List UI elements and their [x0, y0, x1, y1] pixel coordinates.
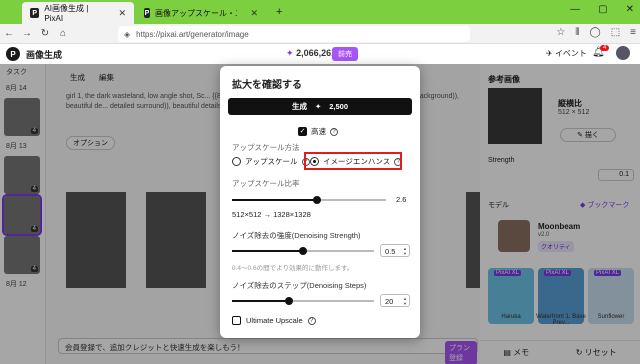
- help-icon[interactable]: ?: [307, 316, 316, 325]
- rocket-icon: ✈: [546, 49, 553, 58]
- avatar[interactable]: [616, 46, 630, 60]
- denoise-strength-label: ノイズ除去の強度(Denoising Strength): [232, 231, 361, 240]
- events-link[interactable]: ✈ イベント: [546, 48, 587, 59]
- slider-fill: [232, 199, 317, 201]
- help-icon[interactable]: ?: [330, 127, 338, 136]
- menu-icon[interactable]: ≡: [630, 27, 636, 38]
- slider-knob[interactable]: [299, 247, 307, 255]
- upscale-ratio-slider[interactable]: [232, 196, 386, 204]
- charge-button[interactable]: 前売: [332, 47, 358, 61]
- generate-cost: 2,500: [329, 102, 349, 111]
- stepper-icon[interactable]: ▲ ▼: [403, 246, 407, 256]
- upscale-radio[interactable]: [232, 157, 241, 166]
- credit-icon: ✦: [314, 102, 322, 111]
- events-label: イベント: [554, 49, 587, 58]
- app-header: P 画像生成 ✦ 2,066,261 前売 ✈ イベント 🔔︎ 4: [0, 44, 640, 64]
- credits-value: 2,066,261: [296, 48, 337, 58]
- ultimate-upscale-checkbox[interactable]: [232, 316, 241, 325]
- denoise-steps-value: 20: [385, 297, 394, 306]
- url-text: https://pixai.art/generator/image: [136, 29, 249, 39]
- bookmark-star-icon[interactable]: ☆: [556, 27, 565, 38]
- forward-icon[interactable]: →: [18, 28, 36, 39]
- highlight-box: [304, 152, 402, 170]
- slider-fill: [232, 250, 303, 252]
- generate-label: 生成: [291, 102, 307, 111]
- pixai-favicon-icon: P: [144, 8, 150, 18]
- denoise-hint: 0.4〜0.6の間でより効果的に動作します。: [232, 265, 354, 272]
- pixai-logo[interactable]: P: [6, 47, 20, 61]
- slider-knob[interactable]: [312, 196, 321, 204]
- browser-tab-label: AI画像生成 | PixAI: [44, 4, 89, 23]
- ultimate-upscale-label: Ultimate Upscale: [246, 316, 303, 325]
- window-controls: — ▢ ✕: [570, 4, 634, 15]
- close-tab-icon[interactable]: ✕: [250, 8, 258, 19]
- upscale-ratio-value: 2.6: [396, 195, 407, 204]
- home-icon[interactable]: ⌂: [54, 28, 72, 39]
- extensions-icon[interactable]: ⬚: [611, 27, 620, 38]
- account-icon[interactable]: ◯: [590, 27, 601, 38]
- dialog-title: 拡大を確認する: [232, 80, 302, 91]
- stepper-icon[interactable]: ▲ ▼: [403, 296, 407, 306]
- denoise-strength-slider[interactable]: [232, 247, 374, 255]
- reload-icon[interactable]: ↻: [36, 28, 54, 39]
- high-speed-option[interactable]: ✓ 高速 ?: [298, 126, 338, 137]
- upscale-method-label: アップスケール方法: [232, 143, 300, 152]
- denoise-steps-slider[interactable]: [232, 297, 374, 305]
- slider-fill: [232, 300, 289, 302]
- generate-button[interactable]: 生成 ✦ 2,500: [228, 98, 412, 115]
- denoise-steps-label: ノイズ除去のステップ(Denoising Steps): [232, 281, 367, 290]
- upscale-ratio-label: アップスケール比率: [232, 179, 300, 188]
- browser-toolbar: ← → ↻ ⌂ ◈ https://pixai.art/generator/im…: [0, 24, 640, 44]
- high-speed-checkbox[interactable]: ✓: [298, 127, 307, 136]
- maximize-icon[interactable]: ▢: [598, 4, 607, 15]
- denoise-strength-value: 0.5: [385, 247, 396, 256]
- page-title: 画像生成: [26, 49, 63, 60]
- minimize-icon[interactable]: —: [570, 4, 580, 15]
- ultimate-upscale-option[interactable]: Ultimate Upscale ?: [232, 316, 316, 325]
- resolution-text: 512×512 → 1328×1328: [232, 210, 311, 219]
- upscale-option-label: アップスケール: [245, 157, 298, 166]
- shield-icon: ◈: [124, 29, 131, 39]
- credits-count: ✦ 2,066,261: [286, 48, 336, 59]
- back-icon[interactable]: ←: [0, 28, 18, 39]
- notification-badge: 4: [600, 45, 610, 51]
- browser-tabbar: P AI画像生成 | PixAI ✕ P 画像アップスケール・エンハンス | P…: [0, 0, 640, 24]
- browser-tab-1[interactable]: P AI画像生成 | PixAI ✕: [22, 2, 134, 24]
- high-speed-label: 高速: [311, 127, 326, 136]
- pixai-favicon-icon: P: [30, 8, 40, 18]
- library-icon[interactable]: ⫴: [575, 27, 579, 38]
- browser-actions: ☆ ⫴ ◯ ⬚ ≡: [556, 27, 636, 38]
- close-window-icon[interactable]: ✕: [626, 4, 634, 15]
- slider-knob[interactable]: [284, 297, 293, 305]
- credit-icon: ✦: [286, 48, 294, 58]
- url-bar[interactable]: ◈ https://pixai.art/generator/image: [118, 26, 470, 42]
- browser-tab-label: 画像アップスケール・エンハンス | Pix: [155, 8, 237, 18]
- close-tab-icon[interactable]: ✕: [118, 8, 126, 19]
- upscale-confirm-dialog: 拡大を確認する 生成 ✦ 2,500 ✓ 高速 ? アップスケール方法 アップス…: [220, 66, 420, 338]
- new-tab-icon[interactable]: +: [276, 6, 282, 18]
- upscale-option[interactable]: アップスケール ?: [232, 156, 310, 167]
- denoise-strength-input[interactable]: 0.5 ▲ ▼: [380, 244, 410, 257]
- denoise-steps-input[interactable]: 20 ▲ ▼: [380, 294, 410, 307]
- browser-tab-2[interactable]: P 画像アップスケール・エンハンス | Pix ✕: [136, 2, 266, 24]
